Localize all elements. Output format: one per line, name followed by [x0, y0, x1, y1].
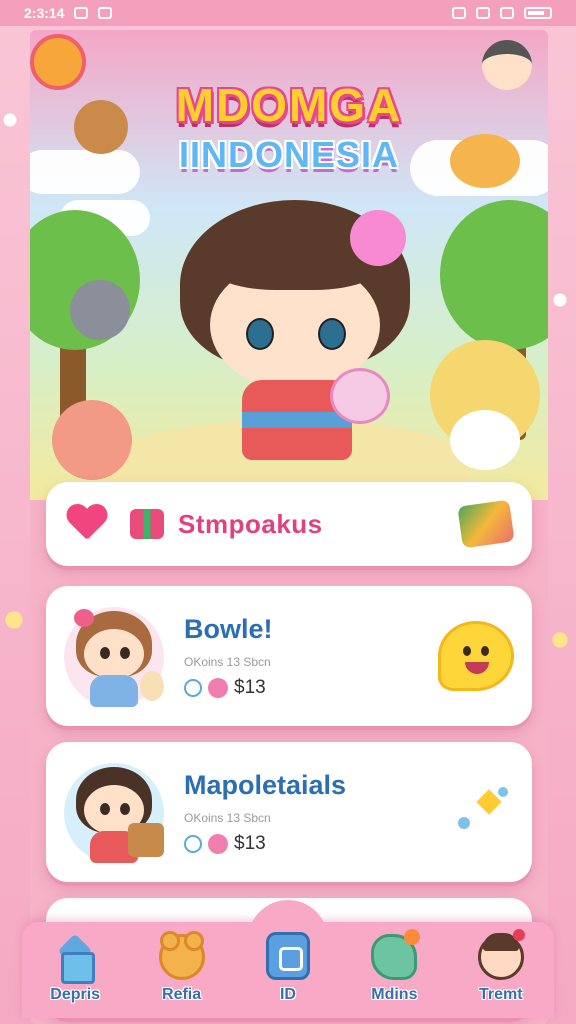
avatar [64, 757, 164, 867]
item-subtitle: OKoins 13 Sbcn [184, 810, 271, 825]
hero-banner: MDOMGA IINDONESIA [30, 30, 548, 500]
nav-item-refia[interactable]: Refia [137, 931, 227, 1004]
chibi-blonde-body [450, 410, 520, 470]
nav-item-id[interactable]: ID [243, 932, 333, 1004]
heart-small-icon [208, 833, 228, 854]
heart-pet-icon [330, 368, 390, 424]
girl-avatar-icon [477, 929, 525, 980]
promo-banner-card[interactable]: Stmpoakus [46, 482, 532, 566]
sparkle-icon [454, 787, 514, 837]
main-chibi-character [180, 200, 410, 470]
app-frame: MDOMGA IINDONESIA Stmpoakus Bowle! OKoin… [30, 30, 548, 1024]
house-icon [52, 934, 98, 984]
data-icon [476, 7, 490, 19]
leaf-badge-icon [457, 499, 515, 549]
app-title-line2: IINDONESIA [178, 134, 400, 175]
chibi-redhair-character [52, 400, 132, 480]
notification-icon [74, 7, 89, 19]
nav-label: Tremt [478, 986, 523, 1003]
battery-icon [524, 7, 552, 19]
nav-label: Refia [162, 986, 202, 1003]
heart-icon [66, 505, 108, 543]
item-title: Bowle! [184, 613, 273, 644]
pet-doll-icon [140, 671, 164, 701]
pink-flower-icon [350, 210, 406, 266]
avatar [64, 601, 164, 711]
item-price: $13 [234, 676, 266, 698]
app-title-line1: MDOMGA [175, 79, 403, 131]
status-time: 2:3:14 [24, 5, 65, 21]
smile-emoji-icon [438, 621, 514, 691]
item-price: $13 [234, 832, 266, 854]
item-subtitle: OKoins 13 Sbcn [184, 654, 271, 669]
list-item[interactable]: Bowle! OKoins 13 Sbcn $13 [46, 586, 532, 726]
signal-bars-icon [98, 7, 113, 19]
nav-label: ID [279, 986, 296, 1003]
nav-item-mdins[interactable]: Mdins [349, 929, 439, 1004]
nav-item-depris[interactable]: Depris [30, 934, 120, 1004]
promo-banner-label: Stmpoakus [178, 508, 323, 539]
vibrate-icon [452, 7, 466, 19]
center-app-icon [265, 932, 310, 980]
item-title: Mapoletaials [184, 769, 347, 800]
heart-small-icon [208, 677, 228, 698]
link-icon [184, 678, 202, 697]
bottom-navigation: Depris Refia ID Mdins Tremt [22, 900, 554, 1018]
link-icon [184, 834, 202, 853]
dino-icon [371, 929, 421, 980]
gift-icon [130, 509, 164, 539]
list-item[interactable]: Mapoletaials OKoins 13 Sbcn $13 [46, 742, 532, 882]
nav-label: Depris [50, 986, 101, 1003]
hair-bow-icon [74, 609, 94, 627]
bear-icon [158, 931, 205, 980]
status-bar: 2:3:14 [0, 0, 576, 26]
chibi-gray-character [70, 280, 130, 340]
wifi-icon [500, 7, 514, 19]
treasure-chest-icon [128, 823, 164, 857]
nav-item-tremt[interactable]: Tremt [456, 929, 546, 1004]
nav-label: Mdins [371, 986, 418, 1003]
tree-decoration [440, 200, 548, 350]
